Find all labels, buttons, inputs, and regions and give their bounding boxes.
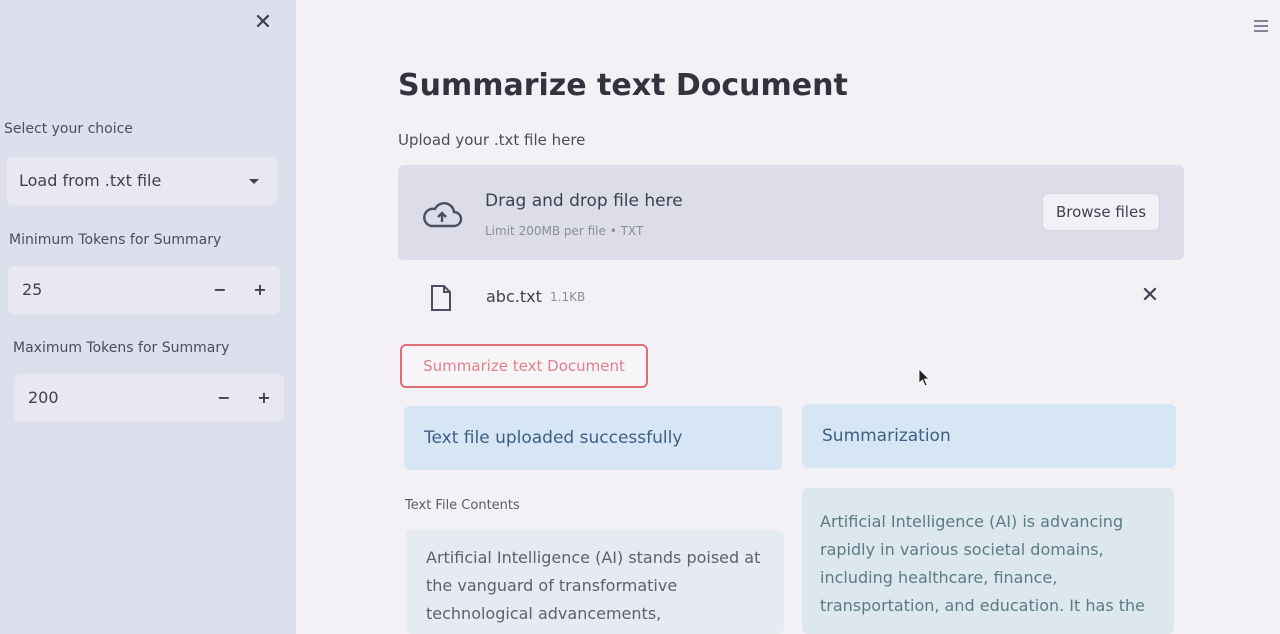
summarize-button[interactable]: Summarize text Document xyxy=(400,344,648,388)
min-tokens-value[interactable]: 25 xyxy=(22,280,42,299)
file-size: 1.1KB xyxy=(550,290,586,304)
upload-label: Upload your .txt file here xyxy=(398,131,586,149)
dropzone-title: Drag and drop file here xyxy=(485,191,683,211)
contents-label: Text File Contents xyxy=(405,498,520,513)
file-dropzone[interactable]: Drag and drop file here Limit 200MB per … xyxy=(398,165,1184,260)
caret-down-icon xyxy=(249,179,259,184)
mouse-cursor-icon xyxy=(918,368,930,387)
browse-files-button[interactable]: Browse files xyxy=(1042,193,1160,231)
sidebar: ✕ Select your choice Load from .txt file… xyxy=(0,0,296,634)
menu-icon[interactable] xyxy=(1254,20,1268,34)
min-tokens-stepper[interactable]: 25 − + xyxy=(8,266,280,314)
file-name: abc.txt xyxy=(486,287,542,306)
min-tokens-label: Minimum Tokens for Summary xyxy=(9,232,222,248)
success-message: Text file uploaded successfully xyxy=(424,428,683,448)
summary-text: Artificial Intelligence (AI) is advancin… xyxy=(820,512,1146,615)
dropzone-limit: Limit 200MB per file • TXT xyxy=(485,224,644,238)
summarization-alert: Summarization xyxy=(802,404,1176,468)
summarization-header: Summarization xyxy=(822,426,951,446)
max-tokens-decrement-button[interactable]: − xyxy=(210,384,238,412)
max-tokens-value[interactable]: 200 xyxy=(28,388,59,407)
sidebar-close-icon[interactable]: ✕ xyxy=(252,12,274,34)
page-title: Summarize text Document xyxy=(398,68,848,103)
choice-label: Select your choice xyxy=(4,121,133,137)
remove-file-icon[interactable]: ✕ xyxy=(1138,284,1162,308)
file-contents-box: Artificial Intelligence (AI) stands pois… xyxy=(406,530,784,634)
main-content: Summarize text Document Upload your .txt… xyxy=(296,0,1280,634)
cloud-upload-icon xyxy=(423,202,463,228)
max-tokens-stepper[interactable]: 200 − + xyxy=(14,374,284,422)
min-tokens-increment-button[interactable]: + xyxy=(246,276,274,304)
choice-select-value: Load from .txt file xyxy=(19,171,162,190)
file-icon xyxy=(431,285,451,311)
choice-select[interactable]: Load from .txt file xyxy=(7,157,277,205)
success-alert: Text file uploaded successfully xyxy=(404,406,782,470)
summary-box: Artificial Intelligence (AI) is advancin… xyxy=(802,488,1174,634)
max-tokens-label: Maximum Tokens for Summary xyxy=(13,340,230,356)
uploaded-file-row: abc.txt 1.1KB ✕ xyxy=(398,270,1184,326)
file-contents-text: Artificial Intelligence (AI) stands pois… xyxy=(426,548,761,623)
min-tokens-decrement-button[interactable]: − xyxy=(206,276,234,304)
max-tokens-increment-button[interactable]: + xyxy=(250,384,278,412)
